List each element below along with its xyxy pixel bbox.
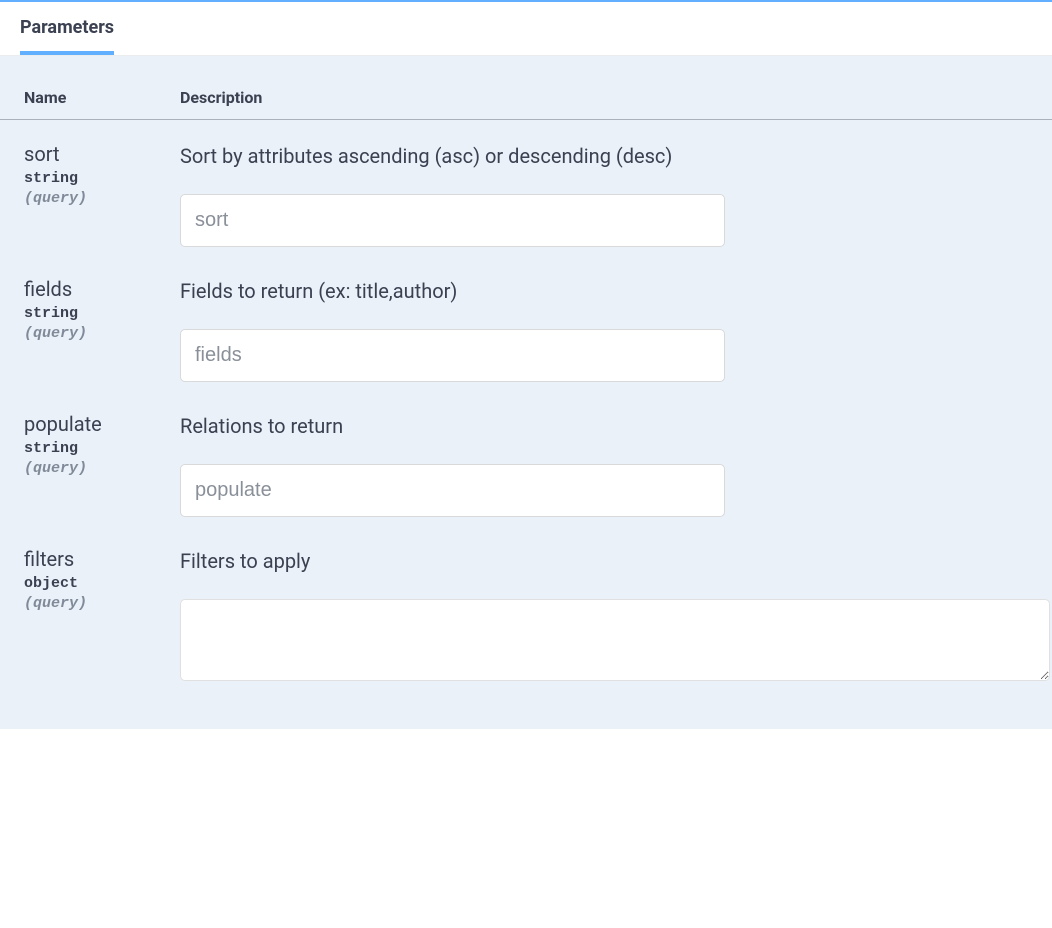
sort-input[interactable]	[180, 194, 725, 247]
param-in: (query)	[24, 325, 180, 342]
param-name: sort	[24, 142, 180, 166]
param-description: Sort by attributes ascending (asc) or de…	[180, 142, 1052, 170]
param-in: (query)	[24, 190, 180, 207]
param-description: Filters to apply	[180, 547, 1052, 575]
param-name: filters	[24, 547, 180, 571]
parameters-table: Name Description sort string (query) Sor…	[0, 76, 1052, 689]
column-header-description: Description	[180, 76, 1052, 120]
param-in: (query)	[24, 595, 180, 612]
filters-input[interactable]	[180, 599, 1050, 681]
table-row: sort string (query) Sort by attributes a…	[0, 120, 1052, 256]
param-name: populate	[24, 412, 180, 436]
table-row: filters object (query) Filters to apply	[0, 525, 1052, 689]
fields-input[interactable]	[180, 329, 725, 382]
populate-input[interactable]	[180, 464, 725, 517]
tab-header: Parameters	[0, 2, 1052, 56]
column-header-name: Name	[0, 76, 180, 120]
param-type: string	[24, 170, 180, 187]
table-row: populate string (query) Relations to ret…	[0, 390, 1052, 525]
param-description: Relations to return	[180, 412, 1052, 440]
param-description: Fields to return (ex: title,author)	[180, 277, 1052, 305]
parameters-body: Name Description sort string (query) Sor…	[0, 56, 1052, 729]
param-type: object	[24, 575, 180, 592]
param-type: string	[24, 305, 180, 322]
param-name: fields	[24, 277, 180, 301]
param-in: (query)	[24, 460, 180, 477]
table-row: fields string (query) Fields to return (…	[0, 255, 1052, 390]
parameters-panel: Parameters Name Description sort string …	[0, 0, 1052, 729]
tab-parameters[interactable]: Parameters	[20, 2, 114, 55]
param-type: string	[24, 440, 180, 457]
